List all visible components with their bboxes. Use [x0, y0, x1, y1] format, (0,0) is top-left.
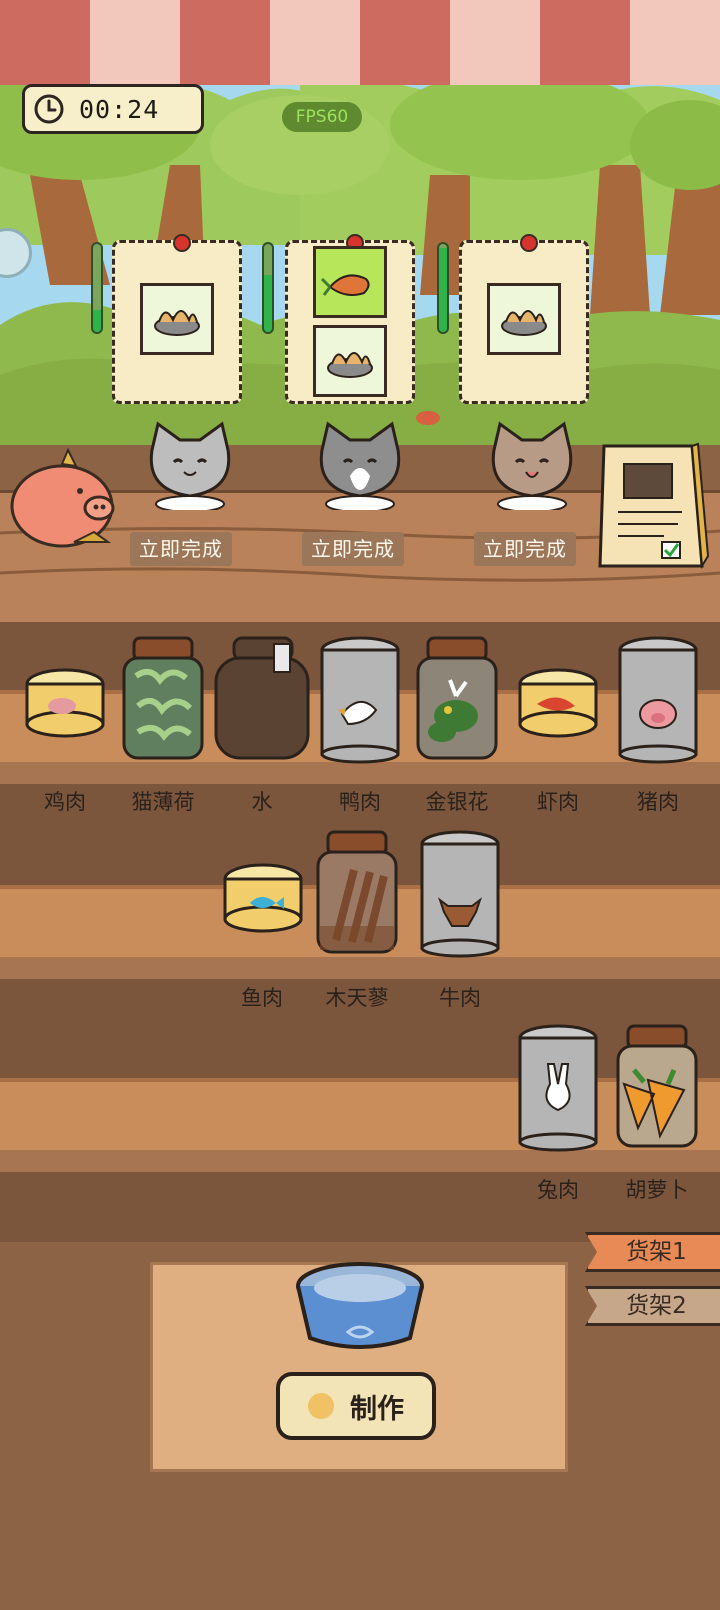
tab-shelf-1[interactable]: 货架1 — [585, 1232, 720, 1272]
piggy-bank-icon[interactable] — [4, 446, 122, 556]
ingredient-duck[interactable] — [318, 636, 402, 768]
ingredient-label: 鱼肉 — [241, 986, 283, 1010]
catnip-jar-icon — [122, 636, 204, 760]
ingredient-label: 猫薄荷 — [131, 790, 195, 814]
awning — [0, 0, 720, 95]
shrimp-can-icon — [518, 668, 598, 738]
ingredient-fish[interactable] — [220, 855, 306, 939]
order-slot — [140, 283, 214, 355]
ingredient-honeysuckle[interactable] — [414, 636, 500, 768]
cat-bowl-icon[interactable] — [292, 1252, 428, 1362]
ingredient-label: 虾肉 — [537, 790, 579, 814]
order-timer-fill — [264, 274, 272, 332]
tab-shelf-2[interactable]: 货架2 — [585, 1286, 720, 1326]
order-timer-bar — [91, 242, 103, 334]
fish-can-icon — [223, 863, 303, 933]
shelf-lip — [0, 1150, 720, 1172]
order-slot — [313, 246, 387, 318]
pork-can-icon — [618, 636, 698, 764]
carrot-jar-icon — [616, 1024, 698, 1148]
ingredient-label: 兔肉 — [537, 1178, 579, 1202]
silvervine-jar-icon — [316, 830, 398, 954]
cat-icon — [149, 421, 231, 510]
ingredient-catnip[interactable] — [120, 636, 206, 768]
timer-panel: 00:24 — [22, 84, 204, 134]
make-button[interactable]: 制作 — [276, 1372, 436, 1440]
timer-text: 00:24 — [79, 94, 160, 124]
instant-finish-button[interactable]: 立即完成 — [130, 532, 232, 566]
order-timer-bar — [437, 242, 449, 334]
cat-icon — [319, 421, 401, 510]
cat-customer[interactable]: 立即完成 — [302, 420, 442, 580]
order-card — [285, 234, 415, 404]
ingredient-pork[interactable] — [616, 636, 700, 768]
make-button-label: 制作 — [350, 1393, 404, 1425]
order-slot — [313, 325, 387, 397]
order-timer-fill — [93, 310, 101, 332]
chicken-can-icon — [25, 668, 105, 738]
cat-icon — [491, 421, 573, 510]
duck-can-icon — [320, 636, 400, 764]
fish-bowl-icon — [501, 310, 547, 336]
pin-icon — [173, 234, 191, 252]
order-slot — [487, 283, 561, 355]
ingredient-label: 水 — [251, 790, 273, 814]
order-card — [112, 234, 242, 404]
rabbit-can-icon — [518, 1024, 598, 1152]
ingredient-label: 鸭肉 — [339, 790, 381, 814]
fps-counter: FPS60 — [282, 102, 362, 132]
ingredient-label: 胡萝卜 — [625, 1178, 689, 1202]
cat-customer[interactable]: 立即完成 — [130, 420, 270, 580]
order-card — [459, 234, 589, 404]
honeysuckle-jar-icon — [416, 636, 498, 760]
ingredient-label: 牛肉 — [439, 986, 481, 1010]
ingredient-beef[interactable] — [418, 830, 502, 962]
ingredient-silvervine[interactable] — [314, 830, 400, 962]
beef-can-icon — [420, 830, 500, 958]
cat-customer[interactable]: 立即完成 — [474, 420, 614, 580]
pin-icon — [520, 234, 538, 252]
order-timer-bar — [262, 242, 274, 334]
shrimp-icon — [320, 274, 370, 296]
ingredient-shrimp[interactable] — [515, 660, 601, 744]
shelf-board — [0, 1078, 720, 1154]
ingredient-carrot[interactable] — [614, 1024, 700, 1156]
ingredient-water[interactable] — [212, 636, 312, 768]
instant-finish-button[interactable]: 立即完成 — [474, 532, 576, 566]
ingredient-label: 木天蓼 — [325, 986, 389, 1010]
recipe-calendar-icon[interactable] — [594, 436, 710, 578]
instant-finish-button[interactable]: 立即完成 — [302, 532, 404, 566]
fish-bowl-icon — [154, 310, 200, 336]
paw-icon — [308, 1393, 334, 1419]
water-jar-icon — [214, 636, 310, 760]
clock-icon — [34, 94, 64, 124]
ingredient-rabbit[interactable] — [516, 1024, 600, 1156]
order-timer-fill — [439, 248, 447, 332]
ingredient-label: 金银花 — [425, 790, 489, 814]
ingredient-chicken[interactable] — [22, 660, 108, 744]
ingredient-label: 鸡肉 — [44, 790, 86, 814]
ingredient-label: 猪肉 — [637, 790, 679, 814]
fish-bowl-icon — [327, 352, 373, 378]
